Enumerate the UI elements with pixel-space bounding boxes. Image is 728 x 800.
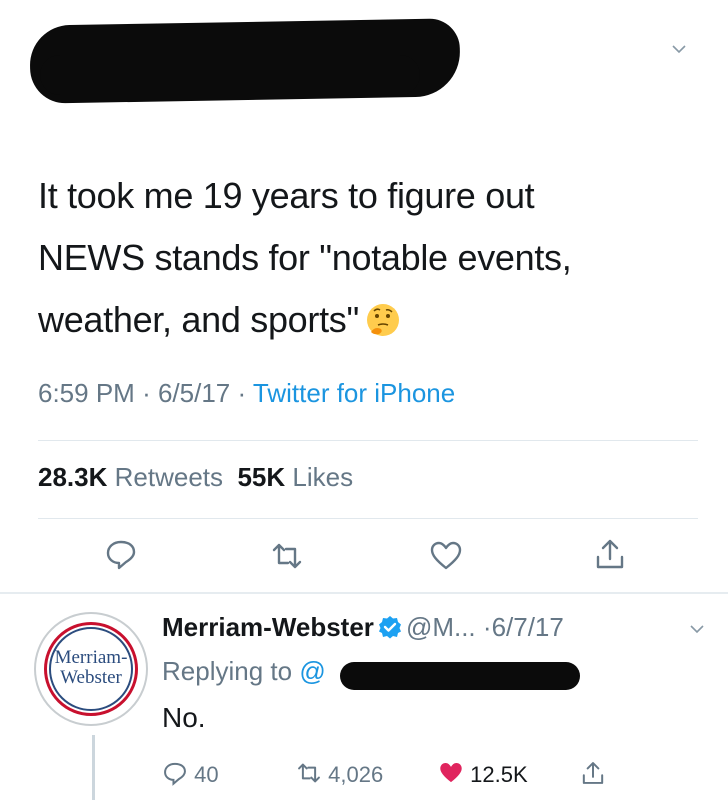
meta-separator-2: · bbox=[237, 378, 253, 408]
tweet-text: It took me 19 years to figure out NEWS s… bbox=[38, 165, 678, 351]
avatar[interactable]: Merriam- Webster bbox=[34, 612, 148, 726]
reply-date[interactable]: ·6/7/17 bbox=[483, 612, 564, 642]
replying-to-handle[interactable]: @ bbox=[299, 656, 325, 686]
verified-badge-icon bbox=[378, 616, 401, 639]
avatar-logo-line-2: Webster bbox=[60, 667, 122, 688]
reply-action-like[interactable]: 12.5K bbox=[438, 760, 528, 788]
tweet-text-line-3-text: weather, and sports" bbox=[38, 299, 359, 340]
like-count: 12.5K bbox=[470, 762, 528, 787]
tweet-stats: 28.3K Retweets 55K Likes bbox=[38, 462, 353, 493]
divider-1 bbox=[38, 440, 698, 441]
thinking-face-icon bbox=[366, 304, 399, 336]
reply-action-retweet[interactable]: 4,026 bbox=[296, 760, 383, 788]
likes-label: Likes bbox=[292, 462, 354, 492]
replying-to: Replying to @ bbox=[162, 656, 326, 687]
divider-2 bbox=[38, 518, 698, 519]
tweet-time: 6:59 PM bbox=[38, 378, 135, 408]
retweets-count: 28.3K bbox=[38, 462, 108, 492]
retweet-count: 4,026 bbox=[328, 762, 384, 787]
redacted-reply-handle bbox=[340, 662, 580, 690]
retweets-label: Retweets bbox=[114, 462, 224, 492]
like-heart-filled-icon bbox=[440, 763, 462, 783]
likes-count: 55K bbox=[237, 462, 286, 492]
tweet-text-line-1: It took me 19 years to figure out bbox=[38, 175, 535, 216]
share-icon bbox=[582, 762, 604, 784]
share-icon[interactable] bbox=[593, 537, 627, 571]
thread-line bbox=[92, 735, 95, 800]
avatar-logo-text: Merriam- Webster bbox=[36, 648, 146, 688]
redacted-user-header-2 bbox=[40, 55, 420, 95]
retweet-icon bbox=[298, 763, 320, 783]
reply-action-reply[interactable]: 40 bbox=[162, 760, 219, 788]
reply-author-handle[interactable]: @M... bbox=[406, 612, 476, 642]
reply-action-share[interactable] bbox=[580, 760, 606, 788]
tweet-text-line-3: weather, and sports" bbox=[38, 289, 678, 351]
tweet-meta: 6:59 PM · 6/5/17 · Twitter for iPhone bbox=[38, 378, 455, 409]
retweets-stat[interactable]: 28.3K Retweets bbox=[38, 462, 223, 492]
reply-count: 40 bbox=[194, 762, 219, 787]
tweet-date: 6/5/17 bbox=[157, 378, 231, 408]
like-heart-icon[interactable] bbox=[429, 539, 463, 573]
tweet-source-link[interactable]: Twitter for iPhone bbox=[253, 378, 455, 408]
tweet-text-line-2: NEWS stands for "notable events, bbox=[38, 237, 572, 278]
retweet-icon[interactable] bbox=[270, 539, 304, 573]
reply-author-name[interactable]: Merriam-Webster bbox=[162, 612, 374, 642]
likes-stat[interactable]: 55K Likes bbox=[237, 462, 353, 492]
avatar-logo-line-1: Merriam- bbox=[54, 647, 128, 668]
reply-icon[interactable] bbox=[104, 537, 138, 571]
replying-to-prefix: Replying to bbox=[162, 656, 293, 686]
section-divider bbox=[0, 592, 728, 594]
chevron-down-icon[interactable] bbox=[672, 42, 686, 56]
reply-header: Merriam-Webster @M... ·6/7/17 bbox=[162, 612, 564, 643]
chevron-down-icon[interactable] bbox=[690, 622, 704, 636]
reply-icon bbox=[164, 762, 186, 786]
reply-text: No. bbox=[162, 702, 206, 733]
meta-separator-1: · bbox=[142, 378, 158, 408]
